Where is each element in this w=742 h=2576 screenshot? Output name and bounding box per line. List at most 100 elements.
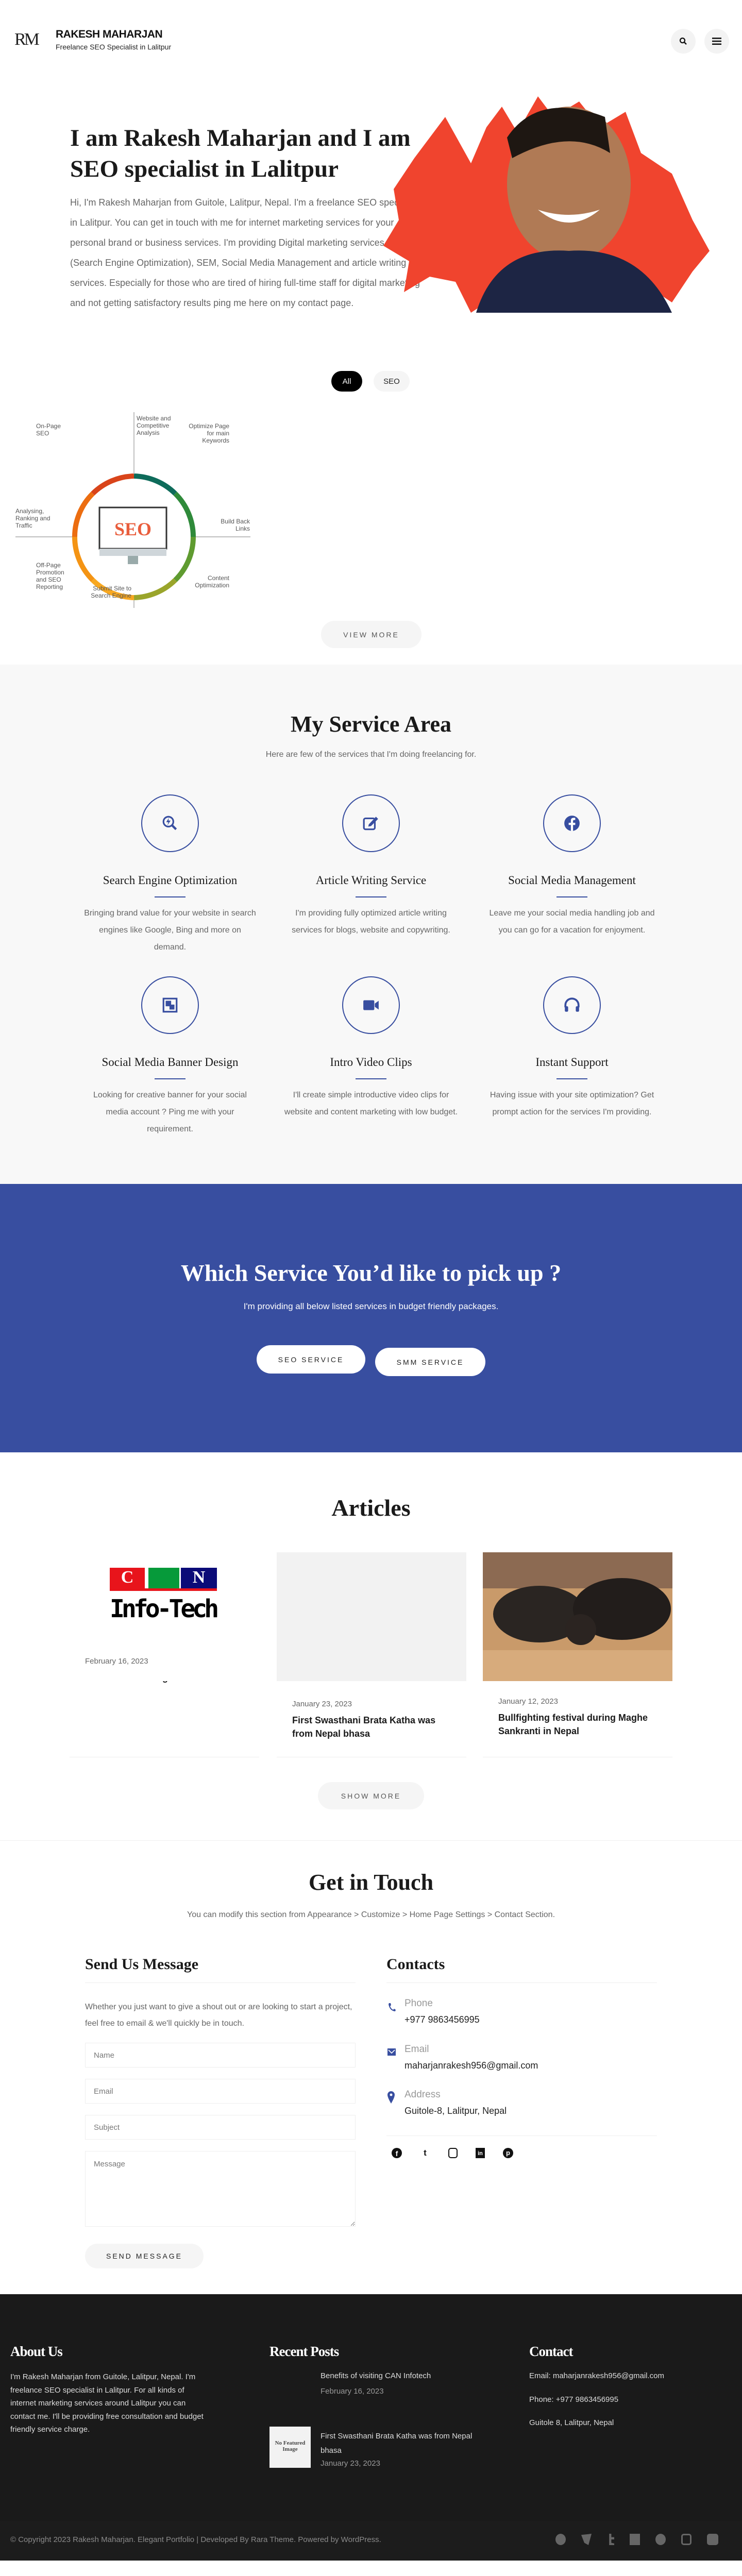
- article-title[interactable]: First Swasthani Brata Katha was from Nep…: [292, 1714, 451, 1740]
- footer-about-title: About Us: [10, 2344, 63, 2359]
- service-title: Intro Video Clips: [330, 1056, 412, 1069]
- service-title: Social Media Management: [508, 874, 636, 887]
- send-message-button[interactable]: SEND MESSAGE: [85, 2244, 204, 2268]
- footer-contact-address: Guitole 8, Lalitpur, Nepal: [529, 2418, 614, 2427]
- tumblr-icon[interactable]: [609, 2534, 614, 2545]
- diagram-label: Analysing, Ranking and Traffic: [15, 507, 50, 529]
- footer-recent-title: Recent Posts: [269, 2344, 339, 2359]
- email-icon: [387, 2048, 396, 2056]
- linkedin-icon[interactable]: in: [476, 2148, 485, 2158]
- service-icon-circle: [141, 976, 199, 1034]
- article-card[interactable]: January 23, 2023 First Swasthani Brata K…: [277, 1552, 466, 1757]
- article-date: January 12, 2023: [498, 1697, 558, 1706]
- view-more-button[interactable]: VIEW MORE: [321, 621, 421, 648]
- service-icon-circle: [342, 976, 400, 1034]
- twitter-icon[interactable]: t: [420, 2148, 430, 2158]
- diagram-center-label: SEO: [114, 519, 152, 539]
- twitter-icon[interactable]: [581, 2534, 592, 2545]
- service-underline: [155, 1078, 185, 1079]
- menu-button[interactable]: [704, 29, 729, 54]
- services-section: My Service Area Here are few of the serv…: [0, 665, 742, 1184]
- contacts-title: Contacts: [386, 1956, 445, 1973]
- service-item: Social Media Management Leave me your soc…: [474, 794, 670, 939]
- service-description: I'll create simple introductive video cl…: [284, 1091, 458, 1116]
- services-subtitle: Here are few of the services that I'm do…: [265, 750, 477, 759]
- address-label: Address: [404, 2089, 441, 2100]
- no-featured-image-thumb[interactable]: No Featured Image: [269, 2427, 311, 2468]
- article-card[interactable]: January 12, 2023 Bullfighting festival d…: [483, 1552, 672, 1757]
- pick-title: Which Service You’d like to pick up ?: [180, 1260, 562, 1286]
- service-description: Bringing brand value for your website in…: [84, 909, 256, 952]
- seo-diagram-image[interactable]: SEO On-Page SEO Website and Competitive …: [10, 412, 250, 608]
- diagram-label: Submit Site to Search Engine: [91, 585, 131, 599]
- contact-title: Get in Touch: [308, 1870, 434, 1895]
- service-icon-circle: [141, 794, 199, 852]
- smm-service-button[interactable]: SMM SERVICE: [375, 1348, 485, 1376]
- service-icon-circle: [543, 794, 601, 852]
- footer-contact-title: Contact: [529, 2344, 573, 2359]
- pinterest-icon[interactable]: [655, 2534, 666, 2545]
- footer-social-links: [555, 2534, 718, 2545]
- diagram-label: Build Back Links: [221, 518, 250, 532]
- show-more-button[interactable]: SHOW MORE: [318, 1782, 424, 1809]
- footer-recent-post-title[interactable]: First Swasthani Brata Katha was from Nep…: [321, 2429, 475, 2458]
- phone-label: Phone: [404, 1998, 433, 2009]
- facebook-icon[interactable]: f: [392, 2148, 402, 2158]
- footer-contact-email[interactable]: Email: maharjanrakesh956@gmail.com: [529, 2371, 664, 2380]
- footer-recent-post-date: February 16, 2023: [321, 2387, 384, 2396]
- instagram-icon[interactable]: [448, 2148, 458, 2158]
- linkedin-icon[interactable]: [630, 2534, 640, 2545]
- name-field[interactable]: [85, 2043, 356, 2067]
- hero-portrait-image: [383, 96, 710, 313]
- search-icon: [679, 37, 687, 45]
- site-title[interactable]: RAKESH MAHARJAN: [56, 28, 163, 41]
- filter-all[interactable]: All: [331, 371, 362, 392]
- contact-subtitle: You can modify this section from Appeara…: [187, 1910, 555, 1919]
- facebook-icon[interactable]: [555, 2534, 566, 2545]
- phone-icon: [389, 2003, 396, 2011]
- article-card[interactable]: C A N Info-Tech February 16, 2023 Benefi…: [70, 1552, 259, 1757]
- youtube-icon[interactable]: [707, 2534, 718, 2545]
- headphones-icon: [564, 997, 580, 1012]
- footer-contact-phone[interactable]: Phone: +977 9863456995: [529, 2395, 618, 2404]
- service-item: Social Media Banner Design Looking for cr…: [72, 976, 268, 1138]
- email-field[interactable]: [85, 2079, 356, 2104]
- service-underline: [556, 896, 587, 897]
- diagram-label: Off-Page Promotion and SEO Reporting: [36, 562, 64, 590]
- services-title: My Service Area: [291, 711, 451, 737]
- service-underline: [356, 1078, 386, 1079]
- footer-about-text: I'm Rakesh Maharjan from Guitole, Lalitp…: [10, 2372, 204, 2434]
- subject-field[interactable]: [85, 2115, 356, 2140]
- article-title[interactable]: Bullfighting festival during Maghe Sankr…: [498, 1711, 657, 1738]
- site-description: Freelance SEO Specialist in Lalitpur: [56, 43, 172, 51]
- service-description: Looking for creative banner for your soc…: [93, 1091, 247, 1133]
- diagram-label: Content Optimization: [195, 574, 229, 589]
- instagram-icon[interactable]: [681, 2534, 692, 2545]
- footer-recent-post-title[interactable]: Benefits of visiting CAN Infotech: [321, 2371, 475, 2380]
- site-footer: About Us I'm Rakesh Maharjan from Guitol…: [0, 2294, 742, 2521]
- pick-service-section: Which Service You’d like to pick up ? I'…: [0, 1184, 742, 1452]
- location-icon: [387, 2091, 395, 2104]
- service-title: Social Media Banner Design: [102, 1056, 239, 1069]
- diagram-label: Website and Competitive Analysis: [137, 415, 171, 436]
- service-title: Article Writing Service: [315, 874, 427, 887]
- facebook-icon: [564, 816, 580, 831]
- message-field[interactable]: [85, 2151, 356, 2227]
- service-title: Search Engine Optimization: [103, 874, 238, 887]
- bullfighting-image[interactable]: [483, 1552, 672, 1681]
- service-item: Article Writing Service I'm providing ful…: [273, 794, 469, 939]
- service-item: Instant Support Having issue with your si…: [474, 976, 670, 1121]
- filter-seo[interactable]: SEO: [374, 371, 410, 392]
- seo-service-button[interactable]: SEO SERVICE: [257, 1345, 365, 1374]
- site-logo[interactable]: RM: [14, 30, 43, 55]
- search-button[interactable]: [671, 29, 696, 54]
- email-value[interactable]: maharjanrakesh956@gmail.com: [404, 2060, 538, 2071]
- pinterest-icon[interactable]: p: [503, 2148, 513, 2158]
- service-item: Search Engine Optimization Bringing brand…: [72, 794, 268, 956]
- service-description: Leave me your social media handling job …: [489, 909, 655, 935]
- article-image-placeholder[interactable]: [277, 1552, 466, 1681]
- hamburger-icon: [712, 38, 721, 45]
- service-underline: [356, 896, 386, 897]
- phone-value[interactable]: +977 9863456995: [404, 2014, 480, 2025]
- site-header: RM RAKESH MAHARJAN Freelance SEO Special…: [0, 0, 742, 82]
